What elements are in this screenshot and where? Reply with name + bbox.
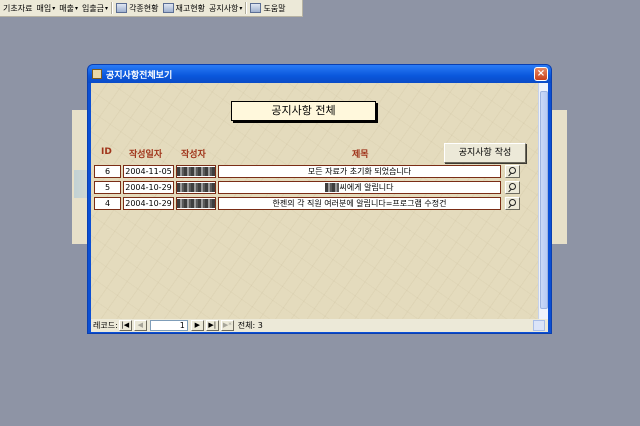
window-client: 공지사항 전체 공지사항 작성 ID 작성일자 작성자 제목 6 2004-11… (91, 83, 548, 332)
cell-author[interactable] (176, 181, 216, 194)
view-button[interactable] (505, 165, 520, 178)
column-header-subject: 제목 (352, 150, 369, 160)
subject-text: 씨에게 알립니다 (339, 183, 394, 192)
close-icon: × (536, 68, 546, 79)
menu-separator (111, 2, 114, 14)
menu-label: 기초자료 (3, 3, 33, 13)
cell-author[interactable] (176, 197, 216, 210)
menu-bar: 기초자료 매입 ▾ 매출 ▾ 입출금 ▾ 각종현황 재고현황 공지사항 ▾ 도움말 (0, 0, 303, 17)
column-header-author: 작성자 (181, 150, 206, 160)
cell-subject[interactable]: 씨에게 알립니다 (218, 181, 501, 194)
menu-deposit[interactable]: 입출금 ▾ (81, 3, 109, 14)
magnifier-handle (508, 204, 512, 209)
view-button[interactable] (505, 197, 520, 210)
first-record-button[interactable]: |◀ (118, 320, 132, 331)
vertical-scrollbar[interactable] (538, 83, 548, 319)
form-icon (92, 69, 102, 79)
cell-id[interactable]: 6 (94, 165, 121, 178)
subject-text: 한젠의 각 직원 여러분에 알립니다=프로그램 수정건 (272, 199, 447, 208)
cell-date[interactable]: 2004-10-29 (123, 197, 174, 210)
menu-label: 입출금 (81, 3, 105, 13)
menu-notices[interactable]: 공지사항 ▾ (208, 3, 243, 14)
window-title: 공지사항전체보기 (106, 70, 173, 81)
inventory-icon (162, 3, 174, 13)
menu-reports[interactable]: 각종현황 (115, 3, 159, 14)
new-record-button[interactable]: ▶* (220, 320, 234, 331)
next-record-button[interactable]: ▶ (190, 320, 204, 331)
record-navigator: 레코드: |◀ ◀ 1 ▶ ▶| ▶* 전체: 3 (91, 319, 548, 332)
cell-author[interactable] (176, 165, 216, 178)
menu-label: 도움말 (263, 3, 286, 13)
redacted-author (177, 167, 215, 176)
record-label: 레코드: (93, 321, 118, 330)
record-total: 전체: 3 (237, 321, 263, 330)
cell-id[interactable]: 4 (94, 197, 121, 210)
menu-basic-data[interactable]: 기초자료 (2, 3, 33, 14)
cell-date[interactable]: 2004-10-29 (123, 181, 174, 194)
help-icon (250, 3, 262, 13)
cell-id[interactable]: 5 (94, 181, 121, 194)
column-header-date: 작성일자 (129, 150, 163, 160)
redacted-author (177, 183, 215, 192)
redacted-name (325, 183, 340, 192)
current-record-input[interactable]: 1 (149, 320, 188, 331)
menu-label: 공지사항 (208, 3, 239, 13)
scrollbar-thumb[interactable] (540, 91, 548, 309)
subject-text: 모든 자료가 초기화 되었습니다 (307, 167, 412, 176)
window-titlebar[interactable]: 공지사항전체보기 × (88, 65, 551, 83)
notice-window: 공지사항전체보기 × 공지사항 전체 공지사항 작성 ID 작성일자 작성자 제… (87, 64, 552, 334)
menu-label: 재고현황 (175, 3, 205, 13)
magnifier-handle (508, 172, 512, 177)
menu-label: 각종현황 (129, 3, 159, 13)
cell-subject[interactable]: 한젠의 각 직원 여러분에 알립니다=프로그램 수정건 (218, 197, 501, 210)
menu-help[interactable]: 도움말 (249, 3, 286, 14)
dropdown-arrow-icon: ▾ (239, 4, 243, 12)
menu-label: 매입 (36, 3, 52, 13)
menu-purchase[interactable]: 매입 ▾ (35, 3, 56, 14)
menu-sales[interactable]: 매출 ▾ (58, 3, 79, 14)
menu-label: 매출 (59, 3, 74, 13)
cell-subject[interactable]: 모든 자료가 초기화 되었습니다 (218, 165, 501, 178)
close-button[interactable]: × (534, 67, 548, 81)
column-header-id: ID (101, 147, 112, 157)
last-record-button[interactable]: ▶| (205, 320, 219, 331)
dropdown-arrow-icon: ▾ (74, 4, 78, 12)
write-notice-button[interactable]: 공지사항 작성 (444, 143, 526, 163)
form-area: 공지사항 전체 공지사항 작성 ID 작성일자 작성자 제목 6 2004-11… (91, 83, 538, 319)
dropdown-arrow-icon: ▾ (52, 4, 56, 12)
dropdown-arrow-icon: ▾ (105, 4, 109, 12)
view-button[interactable] (505, 181, 520, 194)
magnifier-handle (508, 188, 512, 193)
cell-date[interactable]: 2004-11-05 (123, 165, 174, 178)
menu-separator (245, 2, 248, 14)
previous-record-button[interactable]: ◀ (133, 320, 147, 331)
horizontal-scroll-corner (533, 320, 545, 331)
report-icon (116, 3, 128, 13)
menu-inventory[interactable]: 재고현황 (162, 3, 206, 14)
form-heading: 공지사항 전체 (231, 101, 376, 121)
redacted-author (177, 199, 215, 208)
